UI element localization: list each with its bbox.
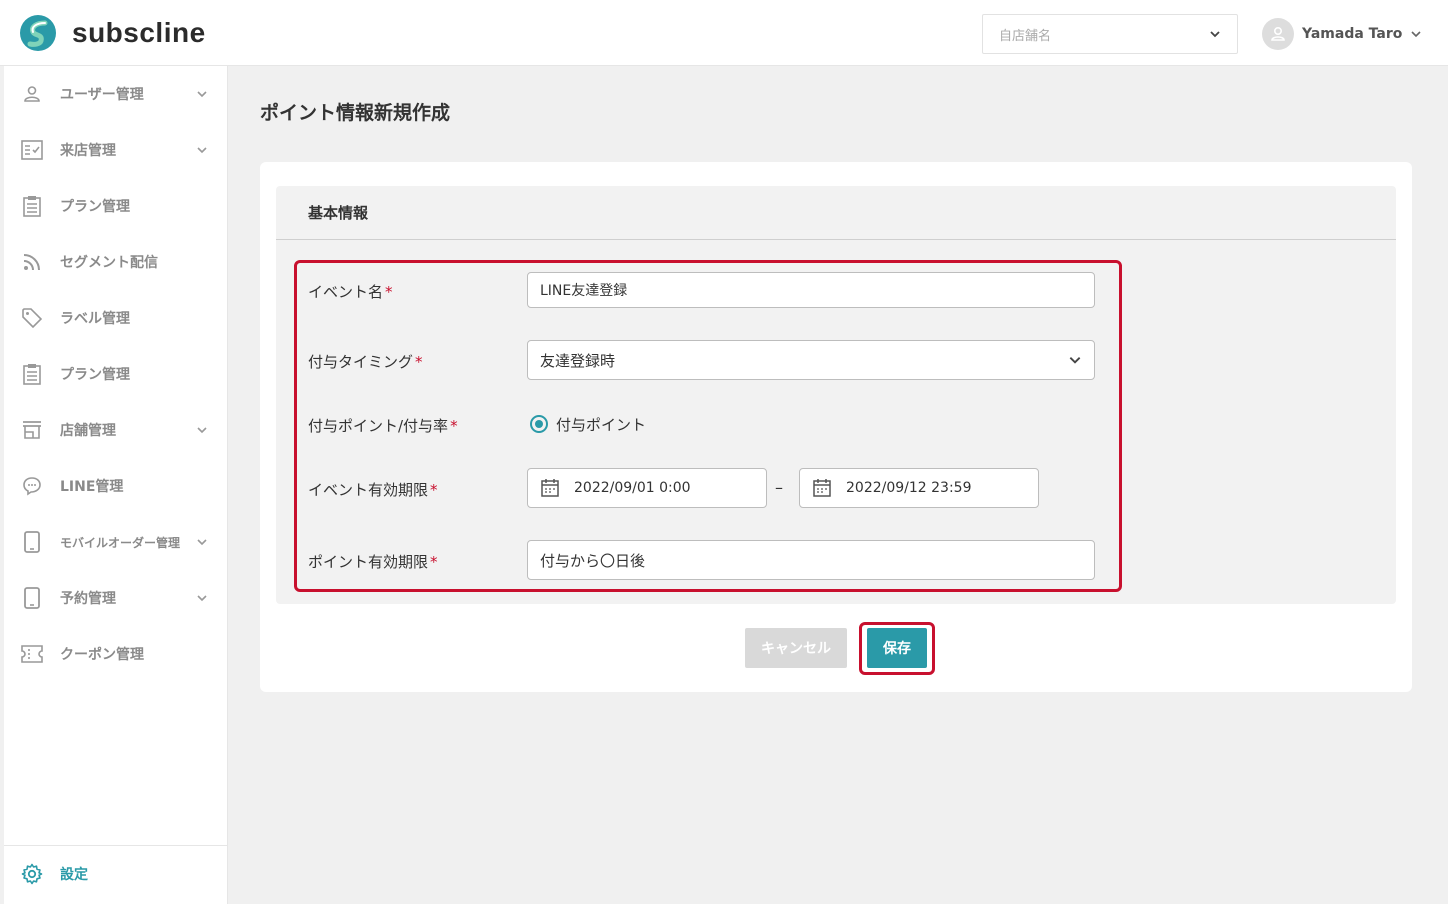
clipboard-icon	[20, 362, 44, 386]
chevron-down-icon	[1069, 357, 1081, 364]
sidebar-item-reservations[interactable]: 予約管理	[4, 570, 228, 626]
sidebar-item-label: 来店管理	[60, 143, 116, 159]
user-name: Yamada Taro	[1302, 26, 1403, 42]
event-name-field[interactable]	[527, 272, 1095, 308]
chat-icon	[20, 474, 44, 498]
user-avatar-icon	[1271, 26, 1285, 41]
cancel-button[interactable]: キャンセル	[745, 628, 847, 668]
radio-checked-icon[interactable]	[530, 415, 548, 433]
point-type-radio[interactable]: 付与ポイント	[530, 414, 646, 434]
calendar-icon	[813, 479, 831, 497]
store-icon	[20, 418, 44, 442]
event-name-label: イベント名 *	[308, 283, 393, 301]
sidebar-item-plans-2[interactable]: プラン管理	[4, 346, 228, 402]
checklist-icon	[20, 138, 44, 162]
sidebar: ユーザー管理 来店管理 プラン管理 セグメント配信 ラベル管理 プラン管理 店舗…	[4, 66, 228, 904]
sidebar-item-plans[interactable]: プラン管理	[4, 178, 228, 234]
sidebar-item-coupons[interactable]: クーポン管理	[4, 626, 228, 682]
store-select[interactable]: 自店舗名	[982, 14, 1238, 54]
point-expiry-field[interactable]	[527, 540, 1095, 580]
point-expiry-label: ポイント有効期限 *	[308, 553, 438, 571]
chevron-down-icon	[1210, 31, 1220, 38]
sidebar-item-label: 予約管理	[60, 591, 116, 607]
sidebar-item-label: セグメント配信	[60, 255, 158, 271]
sidebar-item-settings[interactable]: 設定	[4, 846, 228, 902]
sidebar-item-segment[interactable]: セグメント配信	[4, 234, 228, 290]
sidebar-item-label: ラベル管理	[60, 311, 130, 327]
tag-icon	[20, 306, 44, 330]
app-name: subscline	[72, 17, 206, 48]
chevron-down-icon	[197, 427, 207, 434]
sidebar-item-mobile-order[interactable]: モバイルオーダー管理	[4, 514, 228, 570]
event-start-date: 2022/09/01 0:00	[574, 480, 691, 496]
user-menu[interactable]: Yamada Taro	[1262, 18, 1422, 50]
user-icon	[20, 82, 44, 106]
chevron-down-icon	[197, 595, 207, 602]
point-type-label: 付与ポイント/付与率 *	[308, 417, 458, 435]
timing-select[interactable]: 友達登録時	[527, 340, 1095, 380]
logo-mark-icon	[20, 15, 56, 51]
event-end-date-field[interactable]: 2022/09/12 23:59	[799, 468, 1039, 508]
chevron-down-icon	[197, 147, 207, 154]
event-period-label: イベント有効期限 *	[308, 481, 438, 499]
chevron-down-icon	[197, 539, 207, 546]
point-expiry-input[interactable]	[540, 551, 1082, 569]
avatar	[1262, 18, 1294, 50]
mobile-icon	[20, 586, 44, 610]
date-range-separator: –	[775, 478, 783, 497]
section-title: 基本情報	[276, 186, 1396, 240]
sidebar-item-line[interactable]: LINE管理	[4, 458, 228, 514]
store-select-placeholder: 自店舗名	[999, 28, 1052, 44]
chevron-down-icon	[197, 91, 207, 98]
top-header: subscline 自店舗名 Yamada Taro	[0, 0, 1448, 66]
sidebar-item-label: ユーザー管理	[60, 87, 144, 103]
event-start-date-field[interactable]: 2022/09/01 0:00	[527, 468, 767, 508]
sidebar-item-label: プラン管理	[60, 367, 130, 383]
coupon-icon	[20, 642, 44, 666]
sidebar-item-users[interactable]: ユーザー管理	[4, 66, 228, 122]
event-name-input[interactable]	[540, 282, 1082, 298]
calendar-icon	[541, 479, 559, 497]
rss-icon	[20, 250, 44, 274]
sidebar-item-visits[interactable]: 来店管理	[4, 122, 228, 178]
sidebar-item-stores[interactable]: 店舗管理	[4, 402, 228, 458]
timing-select-value: 友達登録時	[540, 351, 616, 370]
sidebar-item-labels[interactable]: ラベル管理	[4, 290, 228, 346]
mobile-icon	[20, 530, 44, 554]
page-title: ポイント情報新規作成	[260, 102, 451, 124]
chevron-down-icon	[1411, 31, 1421, 38]
timing-label: 付与タイミング *	[308, 353, 423, 371]
app-logo[interactable]: subscline	[18, 14, 206, 52]
sidebar-item-label: クーポン管理	[60, 647, 144, 663]
sidebar-item-label: LINE管理	[60, 479, 124, 495]
radio-label: 付与ポイント	[556, 415, 647, 434]
event-end-date: 2022/09/12 23:59	[846, 480, 972, 496]
sidebar-item-label: モバイルオーダー管理	[60, 535, 181, 550]
sidebar-item-label: プラン管理	[60, 199, 130, 215]
clipboard-icon	[20, 194, 44, 218]
gear-icon	[20, 862, 44, 886]
sidebar-item-label: 設定	[60, 867, 88, 883]
save-button[interactable]: 保存	[867, 628, 927, 668]
sidebar-item-label: 店舗管理	[60, 423, 116, 439]
